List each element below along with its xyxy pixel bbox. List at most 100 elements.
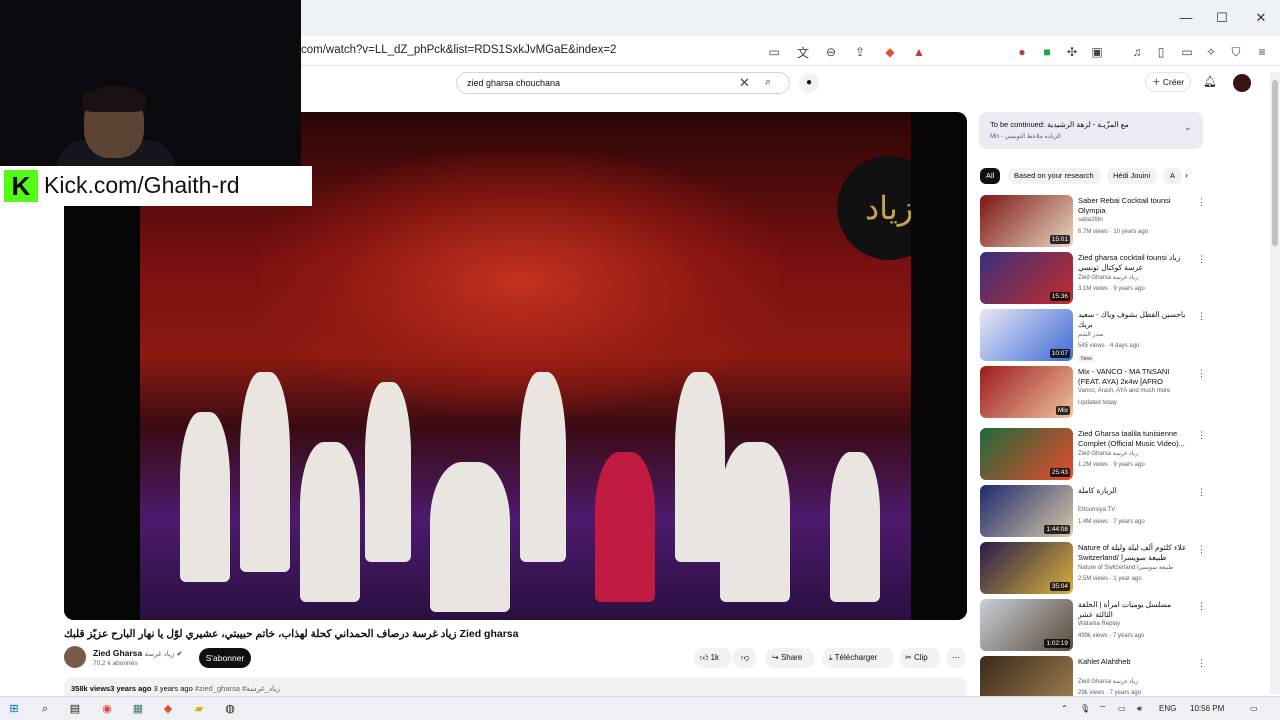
- video-thumbnail[interactable]: 25:43: [980, 428, 1073, 480]
- search-taskbar-icon[interactable]: ⌕: [37, 701, 53, 717]
- language-indicator[interactable]: ENG: [1159, 704, 1176, 713]
- sidebar-toggle-icon[interactable]: ▯: [1153, 44, 1169, 60]
- recommendation-channel[interactable]: سدر الشم: [1078, 331, 1104, 338]
- notifications-bell-icon[interactable]: 🔔︎: [1203, 75, 1217, 88]
- recommendation-title[interactable]: Zied gharsa cocktail tounsi زياد غرسة كو…: [1078, 253, 1190, 273]
- more-options-icon[interactable]: ⋮: [1197, 544, 1206, 555]
- video-thumbnail[interactable]: 1:02:19: [980, 599, 1073, 651]
- recommendation-channel[interactable]: Zied Gharsa زياد غرسة: [1078, 450, 1138, 457]
- clip-button[interactable]: ✂ Clip: [899, 648, 941, 668]
- clock[interactable]: 10:56 PM: [1190, 704, 1224, 713]
- extensions-puzzle-icon[interactable]: ✣: [1064, 44, 1080, 60]
- tray-chevron-icon[interactable]: ⌃: [1061, 704, 1068, 713]
- like-button[interactable]: 👍︎ 1k: [694, 648, 732, 668]
- app-icon[interactable]: ▦: [130, 701, 146, 717]
- minimize-button[interactable]: —: [1176, 10, 1196, 25]
- video-thumbnail[interactable]: 1:44:08: [980, 485, 1073, 537]
- vpn-icon[interactable]: ⛉: [1228, 44, 1244, 60]
- video-thumbnail[interactable]: 10:07: [980, 309, 1073, 361]
- page-scrollbar[interactable]: [1270, 72, 1280, 694]
- chevron-right-icon[interactable]: ›: [1185, 170, 1188, 180]
- video-thumbnail[interactable]: 15:36: [980, 252, 1073, 304]
- volume-icon[interactable]: 🔊︎: [1137, 704, 1142, 714]
- mic-tray-icon[interactable]: 🎙︎: [1080, 704, 1090, 713]
- close-window-button[interactable]: ✕: [1251, 10, 1271, 26]
- video-thumbnail[interactable]: Mix: [980, 366, 1073, 418]
- more-options-icon[interactable]: ⋮: [1197, 658, 1206, 669]
- battery-icon[interactable]: ▭: [1118, 704, 1126, 713]
- recommendation-title[interactable]: ياحسين الفطل بشوف وياك - سعيد بريك: [1078, 310, 1190, 330]
- channel-name[interactable]: Zied Gharsa زياد غرسة ✔: [93, 648, 182, 658]
- recommendation-title[interactable]: Kahlet Alahtheb: [1078, 657, 1190, 667]
- more-options-icon[interactable]: ⋮: [1197, 197, 1206, 208]
- brave-shield-icon[interactable]: ◆: [882, 44, 898, 60]
- recommendation-channel[interactable]: Vanco, Arash, AYA and much more: [1078, 388, 1170, 394]
- chip-hedi-jouini[interactable]: Hédi Jouini: [1107, 168, 1157, 184]
- network-icon[interactable]: ⌔: [1099, 704, 1107, 714]
- recommendation-item[interactable]: 15:36 Zied gharsa cocktail tounsi زياد غر…: [979, 252, 1206, 306]
- chip-based-on-research[interactable]: Based on your research: [1008, 168, 1100, 184]
- chevron-down-icon[interactable]: ⌄: [1184, 122, 1192, 133]
- ai-icon[interactable]: ✧: [1203, 44, 1219, 60]
- brave-browser-icon[interactable]: ◆: [160, 701, 176, 717]
- more-options-icon[interactable]: ⋮: [1197, 430, 1206, 441]
- recommendation-title[interactable]: Saber Rebai Cocktail tounsi Olympia: [1078, 196, 1190, 216]
- hashtags[interactable]: #zied_gharsa #زياد_غرسة: [195, 684, 280, 693]
- recommendation-channel[interactable]: Zied Gharsa زياد غرسة: [1078, 274, 1138, 281]
- maximize-button[interactable]: ☐: [1212, 10, 1232, 26]
- recommendation-channel[interactable]: Zied Gharsa زياد غرسة: [1078, 678, 1138, 685]
- tab-icon[interactable]: ▭: [1179, 44, 1195, 60]
- cast-icon[interactable]: ▭: [766, 44, 782, 60]
- mix-playlist-panel[interactable]: To be continued: مع المزّيـة - لزهة الرش…: [979, 112, 1203, 149]
- obs-icon[interactable]: ◍: [222, 701, 238, 717]
- more-options-icon[interactable]: ⋮: [1197, 368, 1206, 379]
- recommendation-title[interactable]: Zied Gharsa taalila tunisienne Complet (…: [1078, 429, 1190, 449]
- more-actions-button[interactable]: ⋯: [946, 648, 966, 668]
- recommendation-channel[interactable]: saba26tn: [1078, 217, 1103, 223]
- download-button[interactable]: ⤓ Télécharger: [822, 648, 894, 668]
- microphone-icon[interactable]: ●: [799, 73, 819, 93]
- more-options-icon[interactable]: ⋮: [1197, 254, 1206, 265]
- recommendation-title[interactable]: Mix - VANCO - MA TNSANI (FEAT. AYA) 2ᴋ4ᴡ…: [1078, 367, 1190, 387]
- translate-icon[interactable]: 文: [795, 44, 811, 60]
- more-options-icon[interactable]: ⋮: [1197, 601, 1206, 612]
- recommendation-item[interactable]: 10:07 ياحسين الفطل بشوف وياك - سعيد بريك س…: [979, 309, 1206, 363]
- notification-center-icon[interactable]: ▭: [1250, 704, 1258, 713]
- recommendation-item[interactable]: 35:04 Nature of علاء كلثوم ألف ليلة وليلة…: [979, 542, 1206, 596]
- file-explorer-icon[interactable]: ▰: [191, 701, 207, 717]
- subscribe-button[interactable]: S'abonner: [199, 648, 251, 668]
- url-text[interactable]: com/watch?v=LL_dZ_phPck&list=RDS1SxkJvMG…: [301, 44, 616, 56]
- create-button[interactable]: ＋ Créer: [1145, 72, 1191, 92]
- brave-rewards-icon[interactable]: ▲: [911, 44, 927, 60]
- chrome-icon[interactable]: ◉: [99, 701, 115, 717]
- video-thumbnail[interactable]: 35:04: [980, 542, 1073, 594]
- extension-green-icon[interactable]: ■: [1039, 44, 1055, 60]
- share-page-icon[interactable]: ⇪: [852, 44, 868, 60]
- recommendation-title[interactable]: Nature of علاء كلثوم ألف ليلة وليلة Swit…: [1078, 543, 1190, 563]
- extension-icon[interactable]: ●: [1014, 44, 1030, 60]
- recommendation-item[interactable]: 1:44:08 الزيارة كاملة Ettounsiya TV 1.4M vi…: [979, 485, 1206, 539]
- dislike-button[interactable]: 👎︎: [733, 648, 757, 668]
- channel-avatar[interactable]: [64, 646, 86, 668]
- more-options-icon[interactable]: ⋮: [1197, 311, 1206, 322]
- wallet-icon[interactable]: ▣: [1089, 44, 1105, 60]
- recommendation-channel[interactable]: Ettounsiya TV: [1078, 507, 1115, 513]
- recommendation-channel[interactable]: Nature of Switzerland طبيعة سويسرا: [1078, 564, 1173, 571]
- media-icon[interactable]: ♫: [1129, 44, 1145, 60]
- clear-search-icon[interactable]: ✕: [739, 75, 750, 91]
- scrollbar-thumb[interactable]: [1272, 80, 1278, 246]
- recommendation-item[interactable]: 15:01 Saber Rebai Cocktail tounsi Olympia…: [979, 195, 1206, 249]
- chip-all[interactable]: All: [980, 168, 1001, 184]
- search-box[interactable]: zied gharsa chouchana ✕ ⌕: [456, 72, 790, 94]
- more-options-icon[interactable]: ⋮: [1197, 487, 1206, 498]
- video-thumbnail[interactable]: 15:01: [980, 195, 1073, 247]
- recommendation-item[interactable]: Mix Mix - VANCO - MA TNSANI (FEAT. AYA) 2…: [979, 366, 1206, 420]
- windows-start-icon[interactable]: ⊞: [6, 701, 22, 717]
- recommendation-item[interactable]: 25:43 Zied Gharsa taalila tunisienne Comp…: [979, 428, 1206, 482]
- search-icon[interactable]: ⌕: [765, 76, 771, 89]
- recommendation-item[interactable]: 1:02:19 مسلسل يوميات امرأة | الحلقة الثال…: [979, 599, 1206, 653]
- recommendation-title[interactable]: مسلسل يوميات امرأة | الحلقة الثالثة عشر: [1078, 600, 1190, 620]
- menu-icon[interactable]: ≡: [1254, 44, 1270, 60]
- share-button[interactable]: ↪ Share: [765, 648, 815, 668]
- chip-more[interactable]: A: [1164, 168, 1182, 184]
